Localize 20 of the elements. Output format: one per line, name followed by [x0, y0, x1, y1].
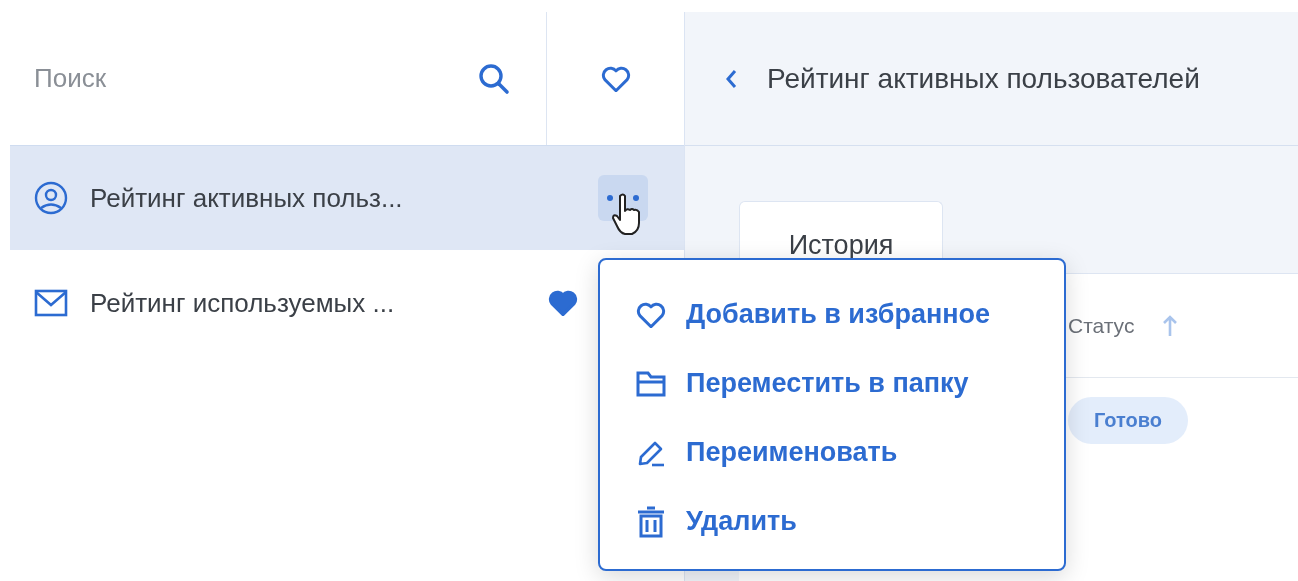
folder-icon: [636, 370, 666, 397]
report-heading: Рейтинг активных пользователей: [767, 62, 1200, 95]
user-circle-icon: [34, 181, 68, 215]
trash-icon: [636, 505, 666, 538]
back-button[interactable]: [725, 68, 737, 89]
report-list-item[interactable]: Рейтинг активных польз...: [10, 145, 684, 250]
heart-icon: [600, 65, 631, 92]
chevron-left-icon: [725, 68, 737, 89]
search-field[interactable]: Поиск: [32, 62, 478, 95]
report-title: Рейтинг активных польз...: [90, 182, 404, 214]
status-badge: Готово: [1068, 396, 1189, 444]
report-title: Рейтинг используемых ...: [90, 287, 396, 319]
heart-icon: [636, 301, 666, 328]
pointer-cursor-icon: [612, 193, 642, 237]
menu-item[interactable]: Удалить: [636, 487, 1064, 556]
favorite-heart-icon: [548, 290, 578, 316]
envelope-icon: [34, 289, 68, 317]
column-header: Статус: [1068, 313, 1135, 338]
menu-item[interactable]: Переименовать: [636, 418, 1064, 487]
search-icon: [478, 62, 510, 95]
